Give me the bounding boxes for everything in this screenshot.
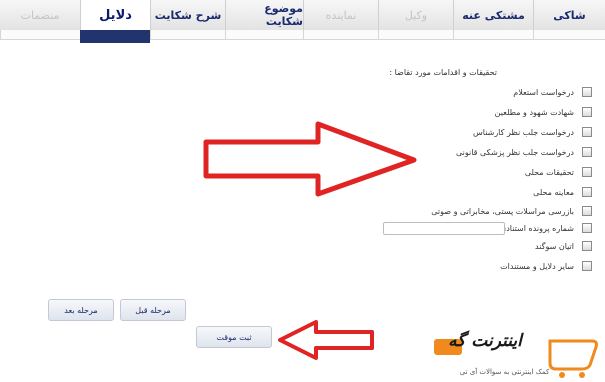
option-local-inspection[interactable]: معاینه محلی bbox=[533, 186, 592, 198]
option-oath[interactable]: اتیان سوگند bbox=[535, 240, 592, 252]
tab-evidence[interactable]: دلایل bbox=[80, 0, 150, 30]
option-label: سایر دلایل و مستندات bbox=[500, 261, 574, 271]
tab-defendant[interactable]: مشتکی عنه bbox=[453, 0, 533, 30]
option-label: درخواست استعلام bbox=[513, 87, 574, 97]
checkbox[interactable] bbox=[582, 223, 592, 233]
option-label: اتیان سوگند bbox=[535, 241, 574, 251]
option-inquiry[interactable]: درخواست استعلام bbox=[513, 86, 592, 98]
active-tab-indicator bbox=[80, 30, 150, 43]
checkbox[interactable] bbox=[582, 241, 592, 251]
next-step-button[interactable]: مرحله بعد bbox=[48, 299, 114, 321]
option-label: بازرسی مراسلات پستی، مخابراتی و صوتی bbox=[431, 206, 574, 216]
checkbox[interactable] bbox=[582, 167, 592, 177]
option-other-evidence[interactable]: سایر دلایل و مستندات bbox=[500, 260, 592, 272]
requested-actions-heading: تحقیقات و اقدامات مورد تقاضا : bbox=[389, 68, 497, 77]
tab-complaint-subject[interactable]: موضوع شکایت bbox=[225, 0, 303, 30]
checkbox[interactable] bbox=[582, 187, 592, 197]
reference-case-number-input[interactable] bbox=[383, 222, 505, 235]
option-label: درخواست جلب نظر کارشناس bbox=[473, 127, 574, 137]
tab-complaint-description[interactable]: شرح شکایت bbox=[150, 0, 225, 30]
option-label: تحقیقات محلی bbox=[524, 167, 574, 177]
checkbox[interactable] bbox=[582, 107, 592, 117]
tab-bar: شاکی مشتکی عنه وکیل نماینده موضوع شکایت … bbox=[0, 0, 605, 30]
tab-lawyer: وکیل bbox=[378, 0, 453, 30]
checkbox[interactable] bbox=[582, 147, 592, 157]
option-witness-testimony[interactable]: شهادت شهود و مطلعین bbox=[495, 106, 592, 118]
checkbox[interactable] bbox=[582, 206, 592, 216]
option-label: درخواست جلب نظر پزشکی قانونی bbox=[455, 147, 574, 157]
prev-step-button[interactable]: مرحله قبل bbox=[120, 299, 186, 321]
checkbox[interactable] bbox=[582, 87, 592, 97]
logo-tagline: کمک اینترنتی به سوالات آی تی bbox=[459, 368, 550, 376]
option-reference-case-number[interactable]: شماره پرونده استنادی bbox=[500, 222, 592, 234]
option-label: معاینه محلی bbox=[533, 187, 574, 197]
option-correspondence-search[interactable]: بازرسی مراسلات پستی، مخابراتی و صوتی bbox=[431, 205, 592, 217]
option-label: شهادت شهود و مطلعین bbox=[494, 107, 574, 117]
option-forensic-opinion[interactable]: درخواست جلب نظر پزشکی قانونی bbox=[456, 146, 592, 158]
option-expert-opinion[interactable]: درخواست جلب نظر کارشناس bbox=[473, 126, 592, 138]
tab-representative: نماینده bbox=[303, 0, 378, 30]
checkbox[interactable] bbox=[582, 261, 592, 271]
checkbox[interactable] bbox=[582, 127, 592, 137]
option-local-investigation[interactable]: تحقیقات محلی bbox=[525, 166, 592, 178]
logo-brand-text: اینترنت گه bbox=[448, 331, 522, 351]
option-label: شماره پرونده استنادی bbox=[499, 223, 574, 233]
tab-plaintiff[interactable]: شاکی bbox=[533, 0, 605, 30]
arrow-right-annotation bbox=[203, 121, 417, 197]
arrow-left-annotation bbox=[278, 320, 374, 360]
tab-attachments: منضمات bbox=[0, 0, 80, 30]
temporary-save-button[interactable]: ثبت موقت bbox=[196, 326, 272, 348]
